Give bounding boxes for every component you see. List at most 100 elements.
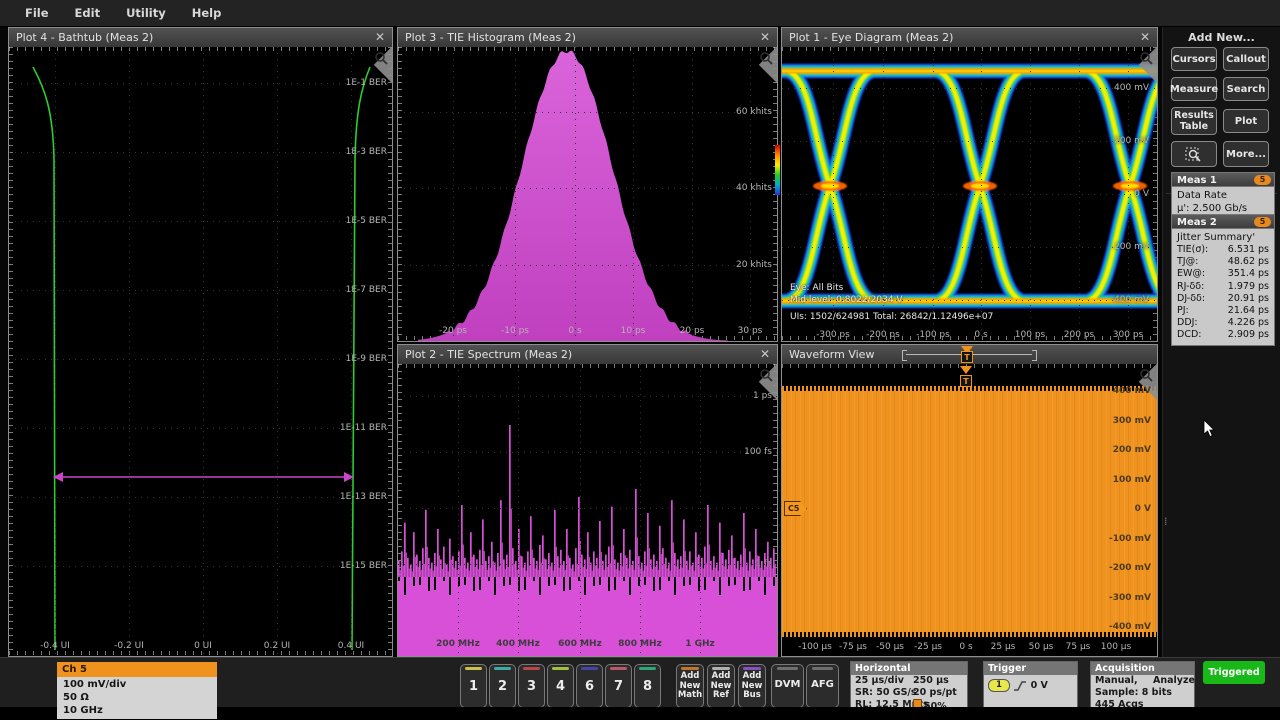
- axis-label: 300 ps: [1113, 330, 1143, 340]
- mouse-cursor: [1203, 419, 1217, 439]
- waveform-body[interactable]: T C5 400 mV300 mV200 mV100 mV0 V-100 mV-…: [782, 364, 1157, 656]
- zoom-select-button[interactable]: [1171, 141, 1217, 167]
- trigger-settings-button[interactable]: Trigger 1 0 V: [983, 661, 1078, 712]
- plot4-close-icon[interactable]: ✕: [375, 28, 385, 47]
- menu-help[interactable]: Help: [192, 6, 222, 20]
- jitter-row: PJ:21.64 ps: [1177, 305, 1269, 317]
- plot3-body[interactable]: 60 khits40 khits20 khits-20 ps-10 ps0 s1…: [398, 47, 777, 341]
- plot4-header[interactable]: Plot 4 - Bathtub (Meas 2) ✕: [9, 28, 392, 47]
- plot3-header[interactable]: Plot 3 - TIE Histogram (Meas 2) ✕: [398, 28, 777, 47]
- trigger-position-flag[interactable]: T: [961, 351, 973, 363]
- trigger-marker-icon[interactable]: [960, 366, 972, 374]
- meas2-title: Jitter Summary': [1177, 231, 1269, 244]
- plot2-title: Plot 2 - TIE Spectrum (Meas 2): [405, 348, 572, 361]
- add-new-callout-button[interactable]: Callout: [1223, 47, 1269, 71]
- add-new-search-button[interactable]: Search: [1223, 77, 1269, 101]
- plot3-close-icon[interactable]: ✕: [760, 28, 770, 47]
- menu-utility[interactable]: Utility: [126, 6, 166, 20]
- channel-2-button[interactable]: 2: [489, 664, 516, 708]
- axis-label: 100 fs: [744, 447, 772, 457]
- waveform-header[interactable]: Waveform View T: [782, 345, 1157, 364]
- axis-label: 100 mV: [1113, 475, 1151, 485]
- axis-label: 400 MHz: [496, 639, 540, 649]
- meas1-panel[interactable]: Meas 1 5 Data Rate μ': 2.500 Gb/s: [1171, 172, 1275, 219]
- plot4-bathtub-panel: Plot 4 - Bathtub (Meas 2) ✕ 1E-1 BER1E-3…: [8, 27, 393, 657]
- gridline: [9, 566, 392, 567]
- meas1-name: Meas 1: [1177, 175, 1217, 186]
- menu-edit[interactable]: Edit: [75, 6, 101, 20]
- meas2-header[interactable]: Meas 2 5: [1171, 214, 1275, 229]
- acquisition-settings-button[interactable]: Acquisition Manual,Analyze Sample: 8 bit…: [1090, 661, 1195, 712]
- plot1-eye-panel: Plot 1 - Eye Diagram (Meas 2) ✕ 400 mV20…: [781, 27, 1158, 342]
- dvm-button[interactable]: DVM: [771, 664, 804, 708]
- channel-number: 7: [606, 679, 631, 694]
- axis-label: 40 khits: [736, 183, 772, 193]
- drag-handle-icon[interactable]: ⁞: [1164, 519, 1168, 524]
- axis-label: 0.4 UI: [338, 641, 364, 651]
- waveform-bottom-edge: [782, 632, 1157, 637]
- channel-6-button[interactable]: 6: [576, 664, 603, 708]
- right-sidebar: Add New... Meas 1 5 Data Rate μ': 2.500 …: [1162, 27, 1280, 658]
- channel5-setting-line: 100 mV/div: [63, 678, 217, 691]
- axis-label: 50 μs: [1029, 642, 1054, 652]
- channel-number: 3: [519, 679, 544, 694]
- axis-label: 1E-1 BER: [346, 78, 387, 88]
- axis-label: -400 mV: [1109, 622, 1151, 632]
- menu-file[interactable]: File: [25, 6, 49, 20]
- axis-label: 1E-13 BER: [340, 492, 387, 502]
- plot1-header[interactable]: Plot 1 - Eye Diagram (Meas 2) ✕: [782, 28, 1157, 47]
- add-button-line: Bus: [739, 691, 765, 701]
- channel-7-button[interactable]: 7: [605, 664, 632, 708]
- plot2-header[interactable]: Plot 2 - TIE Spectrum (Meas 2) ✕: [398, 345, 777, 364]
- meas2-panel[interactable]: Meas 2 5 Jitter Summary' TIE(σ):6.531 ps…: [1171, 214, 1275, 346]
- add-new-measure-button[interactable]: Measure: [1171, 77, 1217, 101]
- gridline: [398, 564, 777, 565]
- axis-label: -300 mV: [1109, 593, 1151, 603]
- plot2-close-icon[interactable]: ✕: [760, 345, 770, 364]
- plot4-body[interactable]: 1E-1 BER1E-3 BER1E-5 BER1E-7 BER1E-9 BER…: [9, 47, 392, 656]
- axis-label: 100 μs: [1101, 642, 1131, 652]
- gridline: [9, 497, 392, 498]
- add-color-stripe: [681, 667, 699, 670]
- horizontal-settings-button[interactable]: Horizontal 25 μs/div250 μsSR: 50 GS/s20 …: [850, 661, 968, 712]
- channel-4-button[interactable]: 4: [547, 664, 574, 708]
- trigger-marker-flag[interactable]: T: [960, 375, 972, 387]
- channel-1-button[interactable]: 1: [460, 664, 487, 708]
- channel-3-button[interactable]: 3: [518, 664, 545, 708]
- meas1-header[interactable]: Meas 1 5: [1171, 172, 1275, 187]
- gridline: [782, 141, 1157, 142]
- axis-label: -400 mV: [1111, 295, 1149, 305]
- plot1-close-icon[interactable]: ✕: [1140, 28, 1150, 47]
- afg-button[interactable]: AFG: [806, 664, 839, 708]
- plot1-body[interactable]: 400 mV200 mV0 V-200 mV-400 mV-300 ps-200…: [782, 47, 1157, 341]
- jitter-value: 4.226 ps: [1228, 317, 1269, 329]
- more-button[interactable]: More...: [1223, 141, 1269, 167]
- add-new-ref-button[interactable]: AddNewRef: [707, 664, 735, 708]
- spectrum-plot: [398, 364, 777, 656]
- gridline: [9, 221, 392, 222]
- add-new-results-table-button[interactable]: ResultsTable: [1171, 107, 1217, 135]
- jitter-label: DDJ:: [1177, 317, 1198, 329]
- acq-analyze: Analyze: [1153, 675, 1195, 687]
- channel5-settings-button[interactable]: Ch 5 100 mV/div50 Ω10 GHz: [57, 662, 217, 716]
- add-new-math-button[interactable]: AddNewMath: [676, 664, 704, 708]
- add-new-cursors-button[interactable]: Cursors: [1171, 47, 1217, 71]
- plot3-histogram-panel: Plot 3 - TIE Histogram (Meas 2) ✕ 60 khi…: [397, 27, 778, 342]
- triggered-status-badge: Triggered: [1203, 661, 1265, 684]
- channel-color-stripe: [552, 667, 569, 670]
- jitter-label: EW@:: [1177, 268, 1205, 280]
- jitter-row: EW@:351.4 ps: [1177, 268, 1269, 280]
- jitter-summary-rows: TIE(σ):6.531 psTJ@:48.62 psEW@:351.4 psR…: [1177, 244, 1269, 342]
- jitter-value: 1.979 ps: [1228, 281, 1269, 293]
- horizontal-title: Horizontal: [851, 662, 967, 675]
- axis-label: 20 ps: [680, 326, 705, 336]
- channel-8-button[interactable]: 8: [634, 664, 661, 708]
- add-new-bus-button[interactable]: AddNewBus: [738, 664, 766, 708]
- meas2-body[interactable]: Jitter Summary' TIE(σ):6.531 psTJ@:48.62…: [1171, 229, 1275, 346]
- bottom-settings-bar: Ch 5 100 mV/div50 Ω10 GHz Horizontal 25 …: [0, 657, 1280, 707]
- add-color-stripe: [712, 667, 730, 670]
- plot2-body[interactable]: 1 ps100 fs1 fs200 MHz400 MHz600 MHz800 M…: [398, 364, 777, 656]
- add-new-plot-button[interactable]: Plot: [1223, 109, 1269, 133]
- axis-label: -25 μs: [914, 642, 942, 652]
- trigger-title: Trigger: [984, 662, 1077, 675]
